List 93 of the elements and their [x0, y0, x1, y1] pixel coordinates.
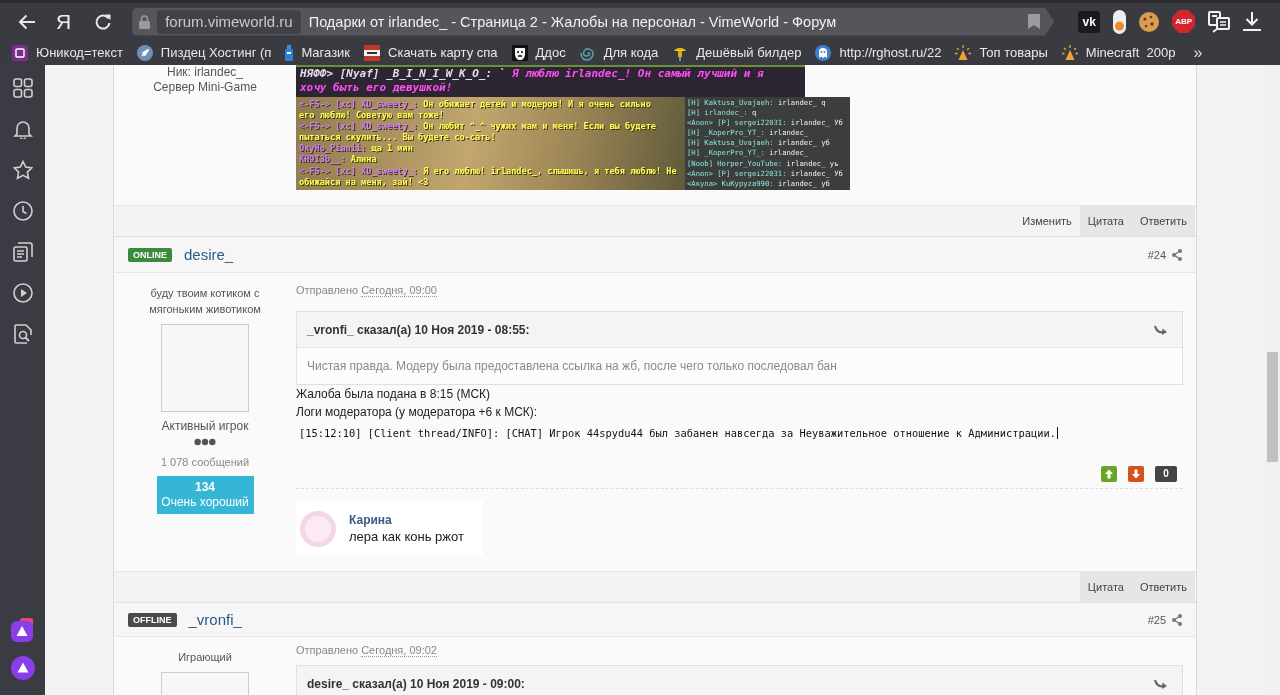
user-title: Играющий — [178, 650, 232, 665]
signature-text: лера как конь ржот — [349, 527, 464, 546]
avatar-circle — [300, 510, 336, 547]
bookmark-item[interactable]: Юникод=текст — [12, 44, 123, 61]
post-date: Отправлено Сегодня, 09:02 — [296, 643, 438, 657]
rank-pips-icon — [194, 438, 216, 446]
tile-icon — [12, 44, 28, 61]
quote-attribution: desire_ сказал(а) 10 Ноя 2019 - 09:00: — [307, 676, 525, 691]
toggle-icon[interactable] — [1113, 9, 1127, 34]
user-rank: Активный игрок — [161, 419, 249, 433]
bookmark-item[interactable]: Для кода — [579, 44, 659, 61]
translate-icon[interactable] — [1208, 10, 1231, 33]
chat-line: пытаться скулить... Вы будете со-сать! — [299, 132, 497, 144]
downvote-icon[interactable] — [1128, 466, 1144, 482]
post-count: 1 078 сообщений — [160, 455, 250, 469]
quote-text: Чистая правда. Модеру была предоставлена ссылка на жб, после чего только последовал бан — [306, 358, 838, 375]
post-number[interactable]: #24 — [1147, 248, 1166, 261]
pages-icon[interactable] — [12, 242, 33, 262]
user-info-line: Сервер Mini-Game — [153, 80, 257, 95]
download-icon[interactable] — [1243, 12, 1262, 31]
spark-icon — [955, 44, 972, 61]
share-icon[interactable] — [1172, 613, 1182, 626]
upvote-icon[interactable] — [1101, 466, 1117, 482]
bottle-icon — [285, 44, 294, 61]
chat-line: <-F5-> [xc] XD_sweety_: Он обижает детей и модеров! И я очень сильно — [299, 99, 652, 111]
play-icon[interactable] — [12, 283, 33, 303]
chat-line: KH9I3b__: Алина — [299, 154, 378, 166]
bookmark-item[interactable]: Топ товары — [955, 44, 1048, 61]
post-text: Логи модератора (у модератора +6 к МСК): — [296, 404, 539, 421]
block-icon — [364, 44, 381, 61]
bookmark-icon[interactable] — [1028, 14, 1041, 29]
assistant-icon[interactable] — [10, 618, 35, 642]
extension-button[interactable]: vk — [1078, 10, 1101, 33]
search-page-icon[interactable] — [12, 324, 33, 344]
bookmark-item[interactable]: Дешёвый билдер — [672, 44, 802, 61]
post-action-button[interactable]: Ответить — [1131, 206, 1195, 236]
page-title: Подарки от irlandec_ - Страница 2 - Жалобы на персонал - VimeWorld - Форум — [308, 13, 837, 30]
curved-arrow-icon[interactable] — [1154, 678, 1167, 689]
log-line: [15:12:10] [Client thread/INFO]: [CHAT] Игрок 44spydu44 был забанен навсегда за Неуважительное отношение к Администрации. — [299, 426, 1056, 440]
extension-button[interactable]: ABP — [1172, 10, 1196, 33]
post-number[interactable]: #25 — [1147, 613, 1166, 626]
bookmark-item[interactable]: http://rghost.ru/22 — [815, 44, 942, 61]
chat-line: НЯФФ> [Nyaf] _B_I_N_I_W_K_O_: ` Я люблю irlandec_! Он самый лучший и я — [300, 67, 765, 81]
post-action-button[interactable]: Изменить — [1014, 206, 1080, 236]
vote-count: 0 — [1155, 466, 1177, 482]
back-icon[interactable] — [18, 13, 36, 30]
share-icon[interactable] — [1172, 248, 1182, 261]
mask-icon — [511, 44, 528, 61]
quote-attribution: _vronfi_ сказал(а) 10 Ноя 2019 - 08:55: — [307, 322, 530, 337]
signature-name: Карина — [349, 511, 393, 528]
status-badge: ONLINE — [128, 247, 172, 262]
address-bar[interactable]: forum.vimeworld.ru Подарки от irlandec_ - Страница 2 - Жалобы на персонал - VimeWorld - Форум — [132, 7, 1055, 36]
rocket-icon — [136, 44, 153, 61]
status-badge: OFFLINE — [128, 612, 177, 627]
scrollbar-thumb[interactable] — [1267, 352, 1278, 462]
chat-line: ОкуНо_Pianii: ща 1 мин — [299, 143, 414, 155]
bookmark-item[interactable]: Ддос — [511, 44, 566, 61]
spark-icon — [1061, 44, 1078, 61]
user-title: буду твоим котиком с мягоньким животиком — [148, 286, 262, 317]
cookie-icon[interactable] — [1139, 11, 1160, 32]
curved-arrow-icon[interactable] — [1154, 324, 1167, 335]
ghost-icon — [815, 44, 832, 61]
browser-logo[interactable]: Я — [56, 9, 72, 34]
reputation-score: 134 — [195, 480, 215, 495]
bookmark-item[interactable]: Пиздец Хостинг (п — [136, 44, 272, 61]
lock-icon — [139, 14, 151, 29]
bookmark-item[interactable]: Скачать карту спа — [364, 44, 498, 61]
post-action-button[interactable]: Цитата — [1079, 572, 1132, 602]
bookmark-item[interactable]: Магазик — [285, 44, 351, 61]
text-cursor-icon — [1056, 427, 1058, 439]
chat-line: его люблю! Советую вам тоже! — [299, 110, 445, 122]
star-icon[interactable] — [12, 160, 33, 180]
reload-icon[interactable] — [94, 12, 113, 31]
chat-line: <-F5-> [xc] XD_sweety_: Я его люблю! irlandec_, слышишь, я тебя люблю! Не — [299, 165, 678, 177]
more-bookmarks-button[interactable]: » — [1193, 43, 1203, 62]
user-info-line: Ник: irlandec_ — [167, 65, 243, 80]
assistant-icon[interactable] — [10, 656, 35, 680]
scrollbar[interactable] — [1265, 65, 1280, 695]
bell-icon[interactable] — [12, 119, 33, 139]
chat-line: хочу быть его девушкой! — [300, 81, 454, 95]
chat-line: обижайся на меня, зай! <3 — [299, 176, 430, 188]
author-link[interactable]: _vronfi_ — [188, 611, 242, 628]
author-link[interactable]: desire_ — [184, 246, 234, 263]
clock-icon[interactable] — [12, 201, 33, 221]
post-action-button[interactable]: Цитата — [1079, 206, 1132, 236]
domain-chip[interactable]: forum.vimeworld.ru — [157, 9, 301, 34]
chat-line: <-F5-> [xc] XD_sweety_: Он любит ^_^ чужих мам и меня! Если вы будете — [299, 121, 657, 133]
post-date: Отправлено Сегодня, 09:00 — [296, 283, 438, 297]
post-action-button[interactable]: Ответить — [1131, 572, 1195, 602]
grid-icon[interactable] — [12, 78, 33, 98]
reputation-label: Очень хороший — [161, 495, 249, 510]
post-text: Жалоба была подана в 8:15 (МСК) — [296, 386, 492, 403]
bookmark-item[interactable]: Minecraft 200р — [1061, 44, 1176, 61]
